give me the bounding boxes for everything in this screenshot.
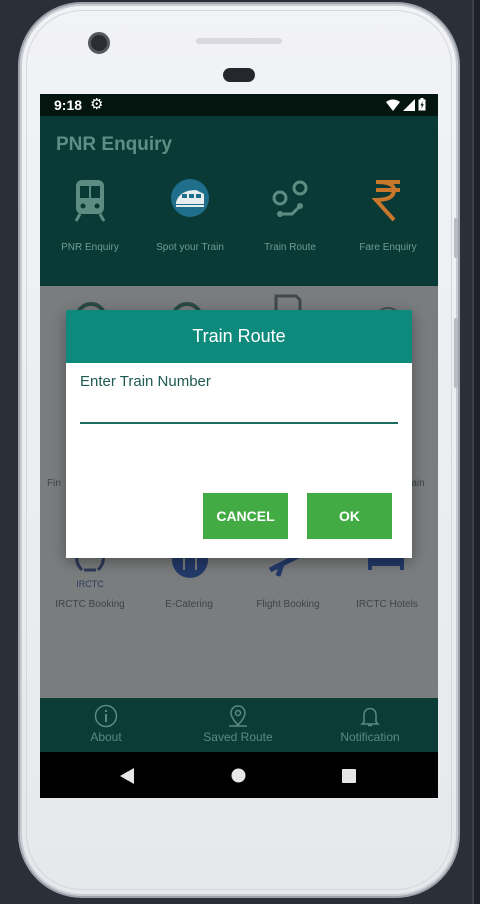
route-icon [272, 180, 308, 217]
nav-label: Saved Route [203, 730, 273, 744]
signal-icon [403, 98, 415, 111]
menu-item-pnr-enquiry[interactable]: PNR Enquiry [40, 178, 140, 268]
bullet-train-icon [171, 179, 209, 217]
menu-item-fare-enquiry[interactable]: Fare Enquiry [338, 178, 438, 268]
dialog-title: Train Route [66, 310, 412, 363]
location-pin-icon [229, 705, 247, 727]
grid-item-irctc-booking[interactable]: IRCTC Booking [40, 599, 145, 610]
bottom-nav: About Saved Route Notification [40, 698, 438, 752]
speaker-grille [196, 38, 282, 44]
gear-icon: ⚙ [90, 96, 104, 113]
nav-item-saved-route[interactable]: Saved Route [188, 698, 288, 744]
status-time: 9:18 [54, 97, 83, 113]
top-menu: PNR Enquiry Spot your Train Train Route … [40, 178, 438, 268]
grid-item-irctc-hotels[interactable]: IRCTC Hotels [332, 599, 438, 610]
irctc-logo-text: IRCTC [76, 579, 104, 589]
status-bar: 9:18 ⚙ [40, 94, 438, 116]
rupee-icon [371, 180, 400, 222]
nav-item-notification[interactable]: Notification [320, 698, 420, 744]
bell-icon [360, 707, 380, 727]
page-title: PNR Enquiry [56, 134, 173, 155]
menu-label: PNR Enquiry [61, 242, 119, 253]
recents-icon[interactable] [342, 769, 356, 783]
home-icon[interactable] [231, 768, 246, 783]
nav-label: About [90, 730, 122, 744]
menu-label: Train Route [264, 242, 316, 253]
nav-item-about[interactable]: About [56, 698, 156, 744]
menu-label: Fare Enquiry [359, 242, 417, 253]
train-number-label: Enter Train Number [80, 373, 211, 390]
train-route-dialog: Train Route Enter Train Number CANCEL OK [66, 310, 412, 558]
wifi-icon [386, 99, 400, 111]
volume-up-button [454, 218, 458, 258]
front-camera [88, 32, 110, 54]
ok-button[interactable]: OK [307, 493, 392, 539]
earpiece [223, 68, 255, 82]
menu-item-spot-your-train[interactable]: Spot your Train [140, 178, 240, 268]
app-header: PNR Enquiry PNR Enquiry Spot your Train … [40, 116, 438, 286]
info-icon [94, 704, 118, 728]
grid-item-e-catering[interactable]: E-Catering [134, 599, 244, 610]
system-nav-bar [40, 752, 438, 798]
back-icon[interactable] [120, 768, 134, 784]
phone-screen: 9:18 ⚙ PNR Enquiry PNR Enquiry Spot your… [40, 94, 438, 798]
side-panel [472, 0, 480, 904]
power-button [454, 318, 458, 388]
menu-item-train-route[interactable]: Train Route [240, 178, 340, 268]
train-number-input[interactable] [80, 404, 398, 424]
nav-label: Notification [340, 730, 400, 744]
menu-label: Spot your Train [156, 242, 224, 253]
train-front-icon [74, 180, 106, 222]
battery-icon [418, 98, 426, 111]
grid-label-partial: Fin [47, 478, 61, 489]
cancel-button[interactable]: CANCEL [203, 493, 288, 539]
grid-item-flight-booking[interactable]: Flight Booking [233, 599, 343, 610]
